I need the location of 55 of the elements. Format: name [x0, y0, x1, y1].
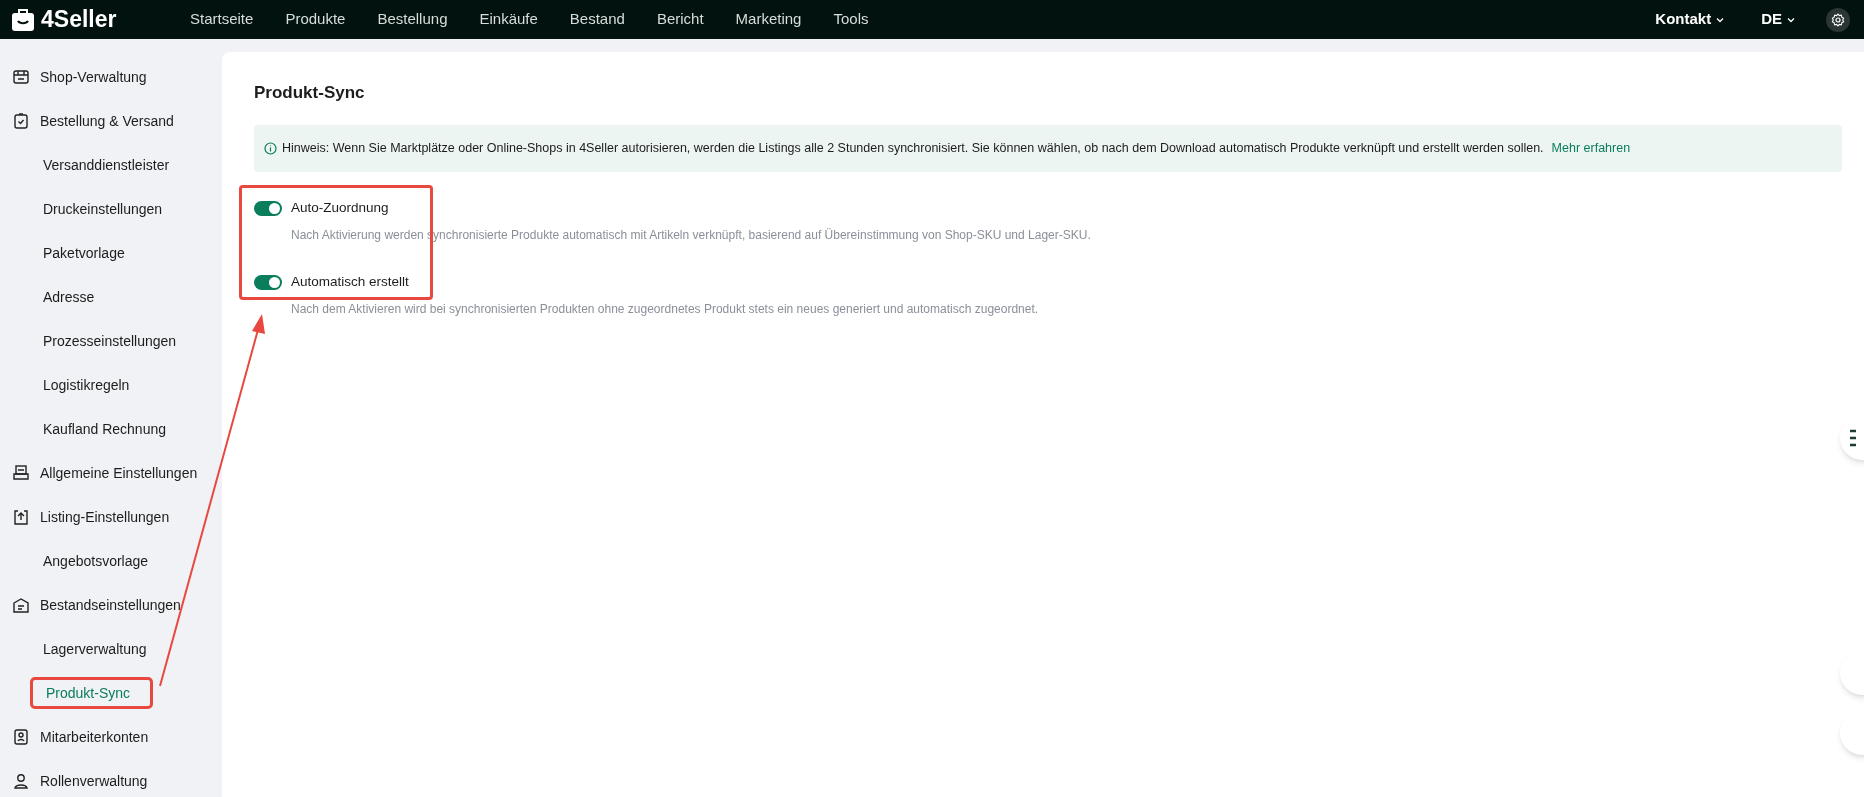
sidebar-section-label: Bestandseinstellungen [40, 595, 181, 615]
sidebar-item[interactable]: Druckeinstellungen [30, 193, 176, 225]
nav-link[interactable]: Startseite [190, 8, 254, 31]
sidebar-section-label: Allgemeine Einstellungen [40, 463, 198, 483]
sidebar-item[interactable]: Versanddienstleister [30, 149, 183, 181]
sidebar-section-label: Mitarbeiterkonten [40, 727, 149, 747]
clipboard-check-icon [12, 112, 30, 130]
learn-more-link[interactable]: Mehr erfahren [1551, 138, 1631, 158]
setting-label: Automatisch erstellt [291, 273, 409, 292]
toggle-switch[interactable] [254, 275, 282, 290]
sidebar-section[interactable]: Mitarbeiterkonten [0, 715, 222, 759]
setting-description: Nach dem Aktivieren wird bei synchronisierten Produkten ohne zugeordnetes Produkt stets ein neues generiert und automatisch zugeordnet. [290, 300, 1040, 318]
sidebar-item[interactable]: Prozesseinstellungen [30, 325, 190, 357]
nav-link[interactable]: Marketing [735, 8, 802, 31]
sidebar-section[interactable]: Allgemeine Einstellungen [0, 451, 222, 495]
nav-link[interactable]: Bericht [656, 8, 704, 31]
setting-label: Auto-Zuordnung [291, 199, 389, 218]
sidebar-section[interactable]: Listing-Einstellungen [0, 495, 222, 539]
sidebar-item[interactable]: Paketvorlage [30, 237, 153, 269]
info-icon [264, 141, 277, 155]
nav-link[interactable]: Tools [833, 8, 869, 31]
sidebar-section[interactable]: Bestellung & Versand [0, 99, 222, 143]
sidebar-item[interactable]: Kaufland Rechnung [30, 413, 179, 445]
shopping-bag-logo-icon [11, 7, 35, 32]
brand-name: 4Seller [41, 5, 117, 35]
upload-box-icon [12, 508, 30, 526]
notice-text: Hinweis: Wenn Sie Marktplätze oder Online-Shops in 4Seller autorisieren, werden die Listings alle 2 Stunden synchronisiert. Sie können wählen, ob nach dem Download automatisch Produkte verknüpft und erstellt werden sollen. [282, 139, 1544, 157]
sidebar-section[interactable]: Bestandseinstellungen [0, 583, 222, 627]
toggle-switch[interactable] [254, 201, 282, 216]
language-menu[interactable]: DE [1761, 8, 1796, 31]
sidebar-section-label: Bestellung & Versand [40, 111, 174, 131]
list-icon [1850, 428, 1856, 448]
nav-link[interactable]: Produkte [285, 8, 346, 31]
sidebar-section[interactable]: Shop-Verwaltung [0, 55, 222, 99]
sidebar-section[interactable]: Rollenverwaltung [0, 759, 222, 797]
sidebar-section-label: Rollenverwaltung [40, 771, 148, 791]
sidebar-item[interactable]: Produkt-Sync [30, 677, 153, 709]
nav-link[interactable]: Bestellung [377, 8, 448, 31]
sidebar-item[interactable]: Logistikregeln [30, 369, 153, 401]
sidebar-section-label: Shop-Verwaltung [40, 67, 147, 87]
id-badge-icon [12, 728, 30, 746]
sidebar-item[interactable]: Angebotsvorlage [30, 545, 162, 577]
page-title: Produkt-Sync [254, 82, 366, 104]
user-icon [12, 772, 30, 790]
nav-link[interactable]: Bestand [569, 8, 625, 31]
warehouse-icon [12, 596, 30, 614]
settings-button[interactable] [1826, 7, 1850, 32]
settings-icon [1831, 12, 1845, 27]
sidebar-item[interactable]: Adresse [30, 281, 153, 313]
printer-icon [12, 464, 30, 482]
nav-link[interactable]: Einkäufe [479, 8, 538, 31]
storefront-icon [12, 68, 30, 86]
contact-menu[interactable]: Kontakt [1655, 8, 1726, 31]
sidebar-section-label: Listing-Einstellungen [40, 507, 170, 527]
sidebar-item[interactable]: Lagerverwaltung [30, 633, 160, 665]
